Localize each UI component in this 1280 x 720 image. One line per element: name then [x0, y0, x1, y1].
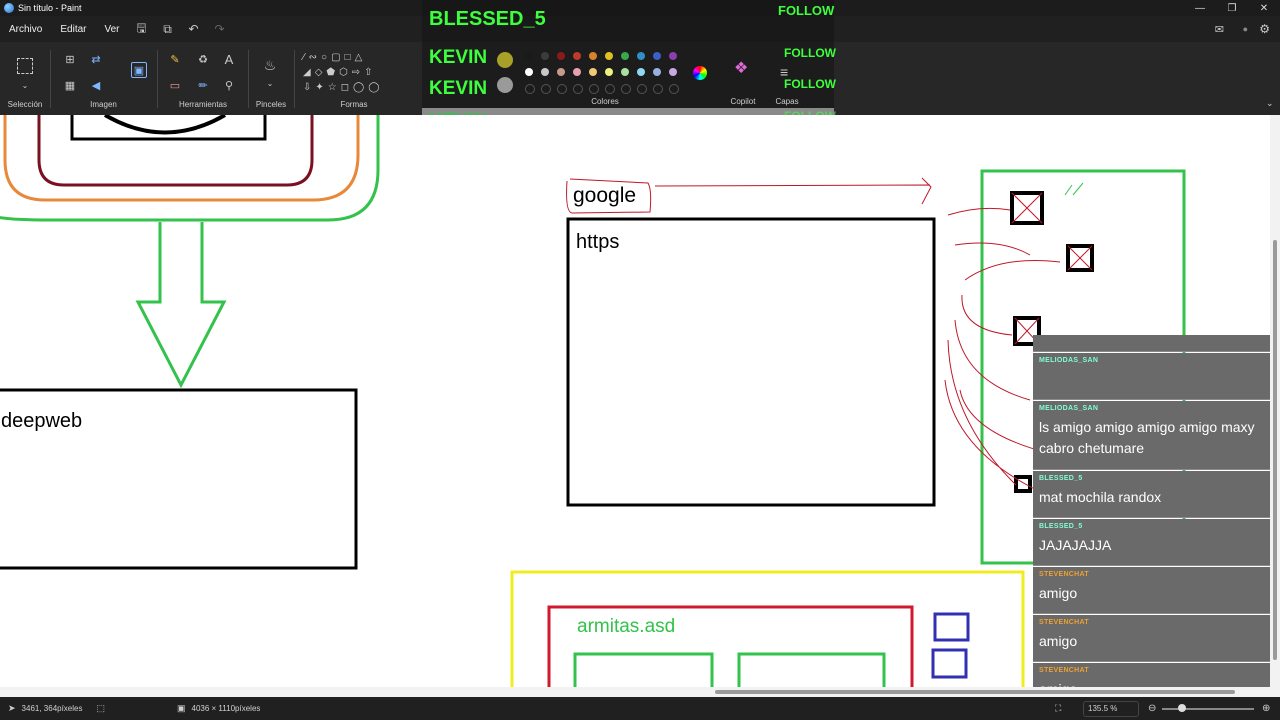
- brush-icon[interactable]: ♨: [263, 57, 277, 73]
- resize-icon[interactable]: ⇄: [89, 52, 103, 66]
- chat-username: STEVENCHAT: [1039, 619, 1089, 626]
- undo-icon[interactable]: ↶: [181, 22, 207, 36]
- group-label: Formas: [340, 100, 368, 109]
- image-remove-background-icon[interactable]: ▦: [63, 78, 77, 92]
- magnifier-icon[interactable]: ⚲: [222, 78, 236, 92]
- status-bar: ➤ 3461, 364píxeles ⬚ ▣ 4036 × 1110píxele…: [0, 697, 1280, 720]
- chat-message: MELIODAS_SAN: [1033, 353, 1270, 400]
- crop-icon[interactable]: ⊞: [63, 52, 77, 66]
- text-icon[interactable]: A: [222, 52, 236, 67]
- dark-red-frame: [37, 115, 314, 187]
- rotate-icon[interactable]: ◀: [89, 78, 103, 92]
- chat-message: STEVENCHATamigo: [1033, 663, 1270, 697]
- share-icon[interactable]: ⧉: [155, 22, 181, 37]
- https-box: [566, 217, 936, 507]
- chevron-down-icon[interactable]: ⌄: [263, 76, 277, 90]
- account-icon[interactable]: ●: [1243, 24, 1248, 34]
- group-pinceles: ♨ ⌄ Pinceles: [249, 42, 293, 115]
- paint-app-icon: [4, 3, 14, 13]
- group-herramientas: ✎ ♻ A ▭ ✏ ⚲ Herramientas: [158, 42, 248, 115]
- https-label: https: [576, 231, 620, 253]
- chat-text: amigo: [1039, 633, 1078, 649]
- canvas-size-icon: ▣: [177, 703, 186, 713]
- follow-button[interactable]: FOLLOW: [778, 3, 834, 18]
- chat-username: MELIODAS_SAN: [1039, 357, 1099, 364]
- cursor-position: 3461, 364píxeles: [21, 704, 83, 713]
- follow-button[interactable]: FOLLOW: [784, 77, 836, 91]
- group-formas: ∕∾○▢□△ ◢◇⬟⬡⇨⇧ ⇩✦☆◻◯◯ Formas: [295, 42, 413, 115]
- chat-text: ls amigo amigo amigo amigo maxy cabro ch…: [1039, 419, 1255, 456]
- redo-icon[interactable]: ↷: [207, 22, 233, 36]
- chat-message: STEVENCHAT amigo: [1033, 567, 1270, 614]
- chat-text: JAJAJAJJA: [1039, 537, 1112, 553]
- overlay-row: KEVIN FOLLOW: [422, 76, 836, 102]
- maximize-icon[interactable]: ❐: [1216, 0, 1248, 16]
- armitas-label: armitas.asd: [577, 616, 676, 637]
- stream-chat-overlay: MELIODAS_SAN MELIODAS_SAN ls amigo amigo a…: [1033, 335, 1270, 697]
- chat-text: mat mochila randox: [1039, 489, 1162, 505]
- image-select-icon[interactable]: ▣: [131, 62, 147, 78]
- eraser-icon[interactable]: ▭: [168, 78, 182, 92]
- fit-to-window-icon[interactable]: ⛶: [1055, 703, 1061, 714]
- zoom-in-icon[interactable]: ⊕: [1262, 703, 1270, 714]
- chat-username: STEVENCHAT: [1039, 571, 1089, 578]
- chat-username: MELIODAS_SAN: [1039, 405, 1099, 412]
- follow-button[interactable]: FOLLOW: [784, 46, 836, 60]
- orange-frame: [3, 115, 360, 202]
- chat-username: STEVENCHAT: [1039, 667, 1089, 674]
- vertical-scrollbar[interactable]: [1270, 115, 1280, 687]
- minimize-icon[interactable]: —: [1184, 0, 1216, 16]
- zoom-slider[interactable]: [1162, 708, 1254, 710]
- overlay-row: KEVIN FOLLOW: [422, 45, 836, 71]
- canvas-size: 4036 × 1110píxeles: [191, 704, 261, 713]
- deepweb-label: deepweb: [1, 410, 83, 432]
- notification-icon[interactable]: ✉: [1215, 23, 1224, 36]
- chevron-down-icon[interactable]: ⌄: [18, 78, 32, 92]
- overlay-top-user: BLESSED_5: [429, 8, 546, 30]
- chat-message: STEVENCHAT amigo: [1033, 615, 1270, 662]
- horizontal-scrollbar[interactable]: [0, 687, 1280, 697]
- group-label: Imagen: [90, 100, 117, 109]
- fill-icon[interactable]: ♻: [196, 52, 210, 66]
- ribbon-collapse-icon[interactable]: ⌄: [1266, 98, 1274, 109]
- menu-ver[interactable]: Ver: [95, 24, 128, 35]
- group-seleccion: ⌄ Selección: [0, 42, 50, 115]
- group-imagen: ⊞ ⇄ ▣ ▦ ◀ Imagen: [51, 42, 156, 115]
- black-inner-box: [70, 115, 267, 141]
- window-controls: — ❐ ✕: [1184, 0, 1280, 16]
- zoom-slider-thumb[interactable]: [1178, 704, 1186, 712]
- google-label: google: [573, 184, 637, 207]
- overlay-username: KEVIN: [429, 47, 488, 68]
- selection-tool-icon[interactable]: [17, 58, 33, 74]
- menu-archivo[interactable]: Archivo: [0, 24, 51, 35]
- black-smile-curve: [103, 115, 227, 135]
- save-icon[interactable]: 🖫: [129, 19, 155, 40]
- pencil-icon[interactable]: ✎: [168, 52, 182, 66]
- color-picker-icon[interactable]: ✏: [196, 78, 210, 92]
- zoom-select[interactable]: 135.5 %: [1083, 700, 1139, 717]
- selection-size-icon: ⬚: [96, 703, 105, 713]
- chat-message: BLESSED_5mat mochila randox: [1033, 471, 1270, 518]
- chat-text: amigo: [1039, 585, 1078, 601]
- chat-username: BLESSED_5: [1039, 523, 1083, 530]
- shapes-gallery[interactable]: ∕∾○▢□△ ◢◇⬟⬡⇨⇧ ⇩✦☆◻◯◯: [303, 50, 407, 95]
- overlay-username: KEVIN: [429, 78, 488, 99]
- chat-message: BLESSED_5 JAJAJAJJA: [1033, 519, 1270, 566]
- green-down-arrow: [135, 222, 227, 389]
- zoom-out-icon[interactable]: ⊖: [1148, 703, 1156, 714]
- cursor-icon: ➤: [8, 703, 16, 713]
- group-label: Herramientas: [178, 100, 227, 109]
- group-label: Pinceles: [255, 100, 287, 109]
- chat-message: MELIODAS_SANls amigo amigo amigo amigo m…: [1033, 401, 1270, 470]
- chat-username: BLESSED_5: [1039, 475, 1083, 482]
- group-label: Selección: [7, 100, 43, 109]
- close-icon[interactable]: ✕: [1248, 0, 1280, 16]
- settings-gear-icon[interactable]: ⚙: [1259, 22, 1270, 36]
- chat-message: [1033, 335, 1270, 352]
- menu-editar[interactable]: Editar: [51, 24, 95, 35]
- window-title: Sin título - Paint: [18, 3, 82, 13]
